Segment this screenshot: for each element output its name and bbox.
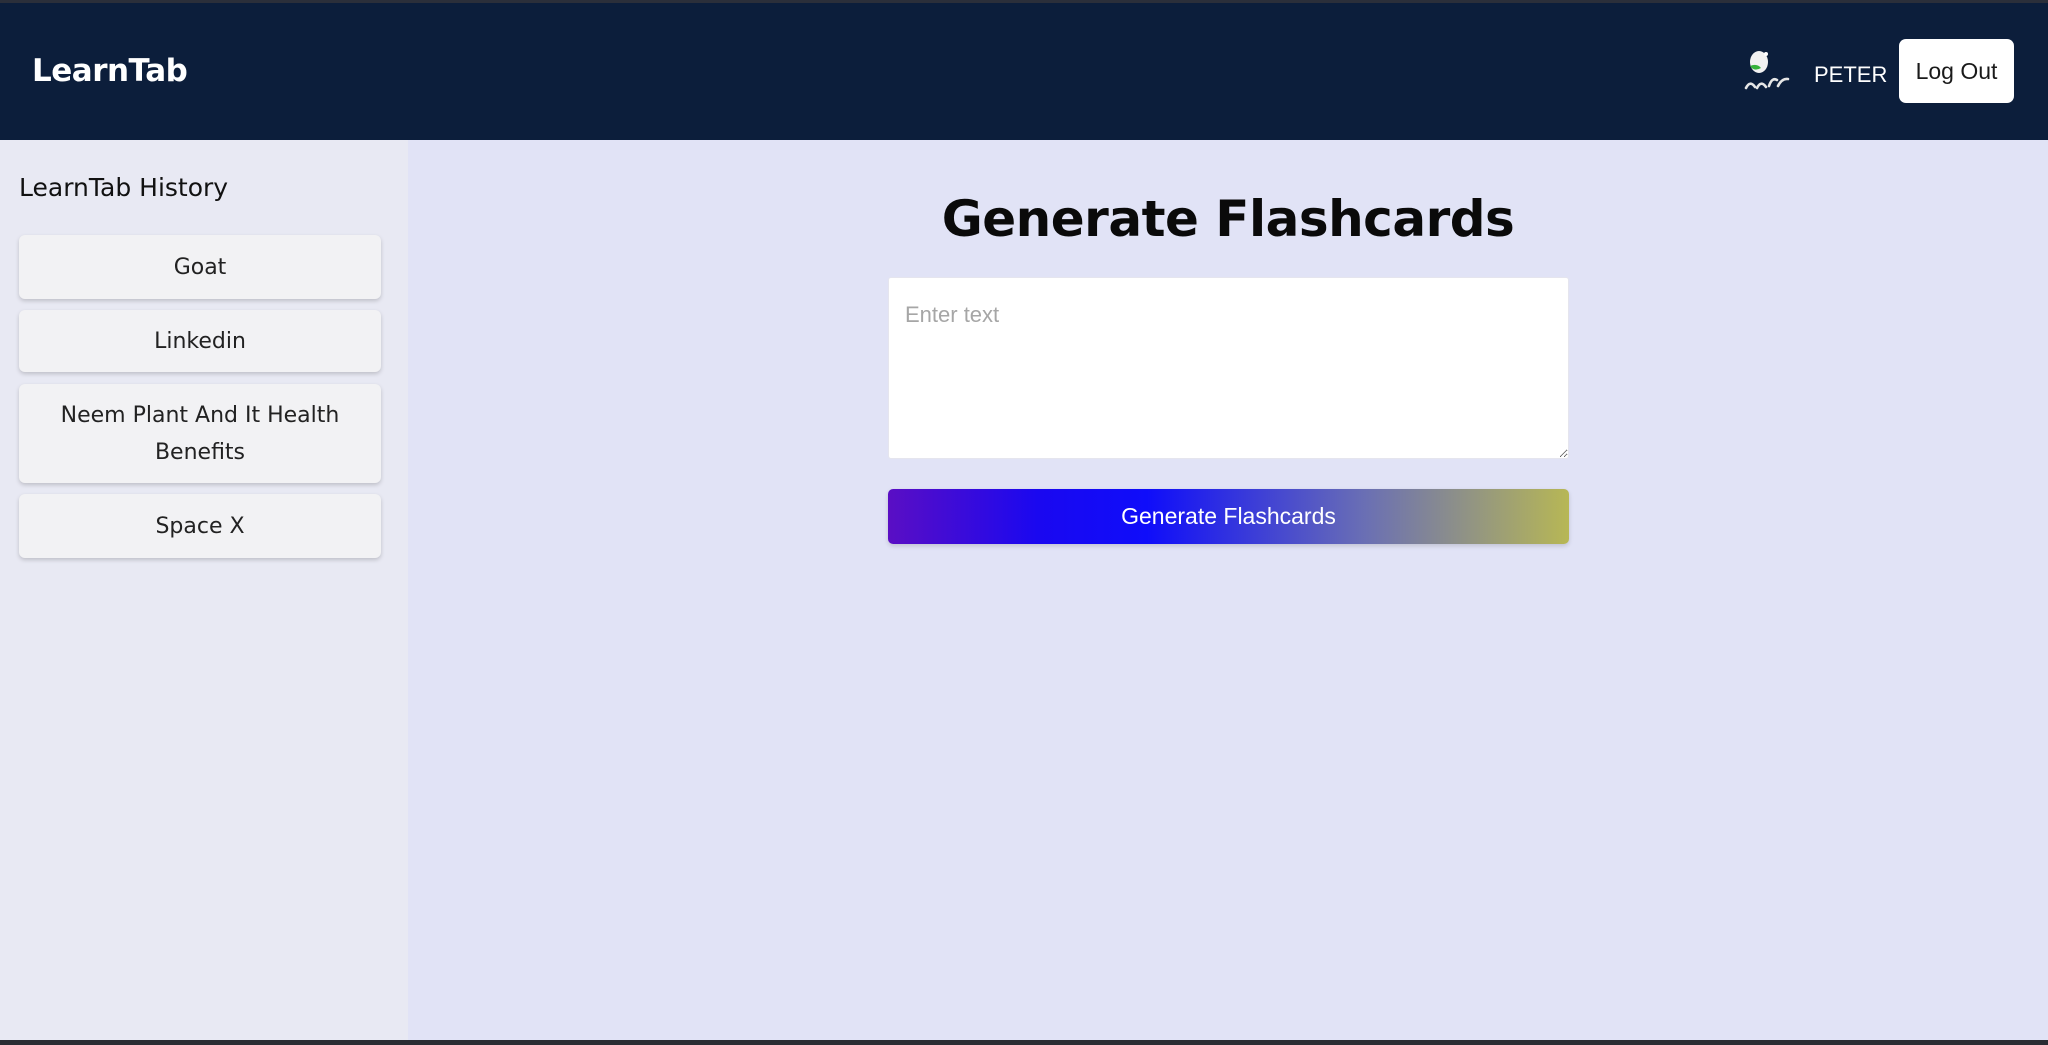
window-bottom-edge bbox=[0, 1040, 2048, 1045]
avatar-icon[interactable] bbox=[1744, 46, 1792, 100]
history-item-label: Goat bbox=[173, 254, 227, 280]
history-item-linkedin[interactable]: Linkedin bbox=[19, 310, 381, 372]
history-item-label: Space X bbox=[155, 513, 245, 539]
generate-flashcards-button[interactable]: Generate Flashcards bbox=[888, 489, 1569, 544]
sidebar-title: LearnTab History bbox=[19, 173, 229, 202]
brand-logo-text[interactable]: LearnTab bbox=[32, 53, 188, 89]
top-navbar: LearnTab PETER Log Out bbox=[0, 3, 2048, 140]
history-item-label: Neem Plant And It Health Benefits bbox=[60, 402, 340, 465]
history-item-label: Linkedin bbox=[154, 328, 246, 354]
app-window: LearnTab PETER Log Out LearnTab History … bbox=[0, 0, 2048, 1040]
logout-button[interactable]: Log Out bbox=[1899, 39, 2014, 103]
page-title: Generate Flashcards bbox=[941, 190, 1515, 248]
history-item-neem-plant[interactable]: Neem Plant And It Health Benefits bbox=[19, 384, 381, 483]
history-sidebar: LearnTab History Goat Linkedin Neem Plan… bbox=[0, 140, 408, 1040]
username-label: PETER bbox=[1814, 62, 1888, 87]
history-item-space-x[interactable]: Space X bbox=[19, 494, 381, 558]
flashcard-text-input[interactable] bbox=[888, 277, 1569, 459]
history-item-goat[interactable]: Goat bbox=[19, 235, 381, 299]
